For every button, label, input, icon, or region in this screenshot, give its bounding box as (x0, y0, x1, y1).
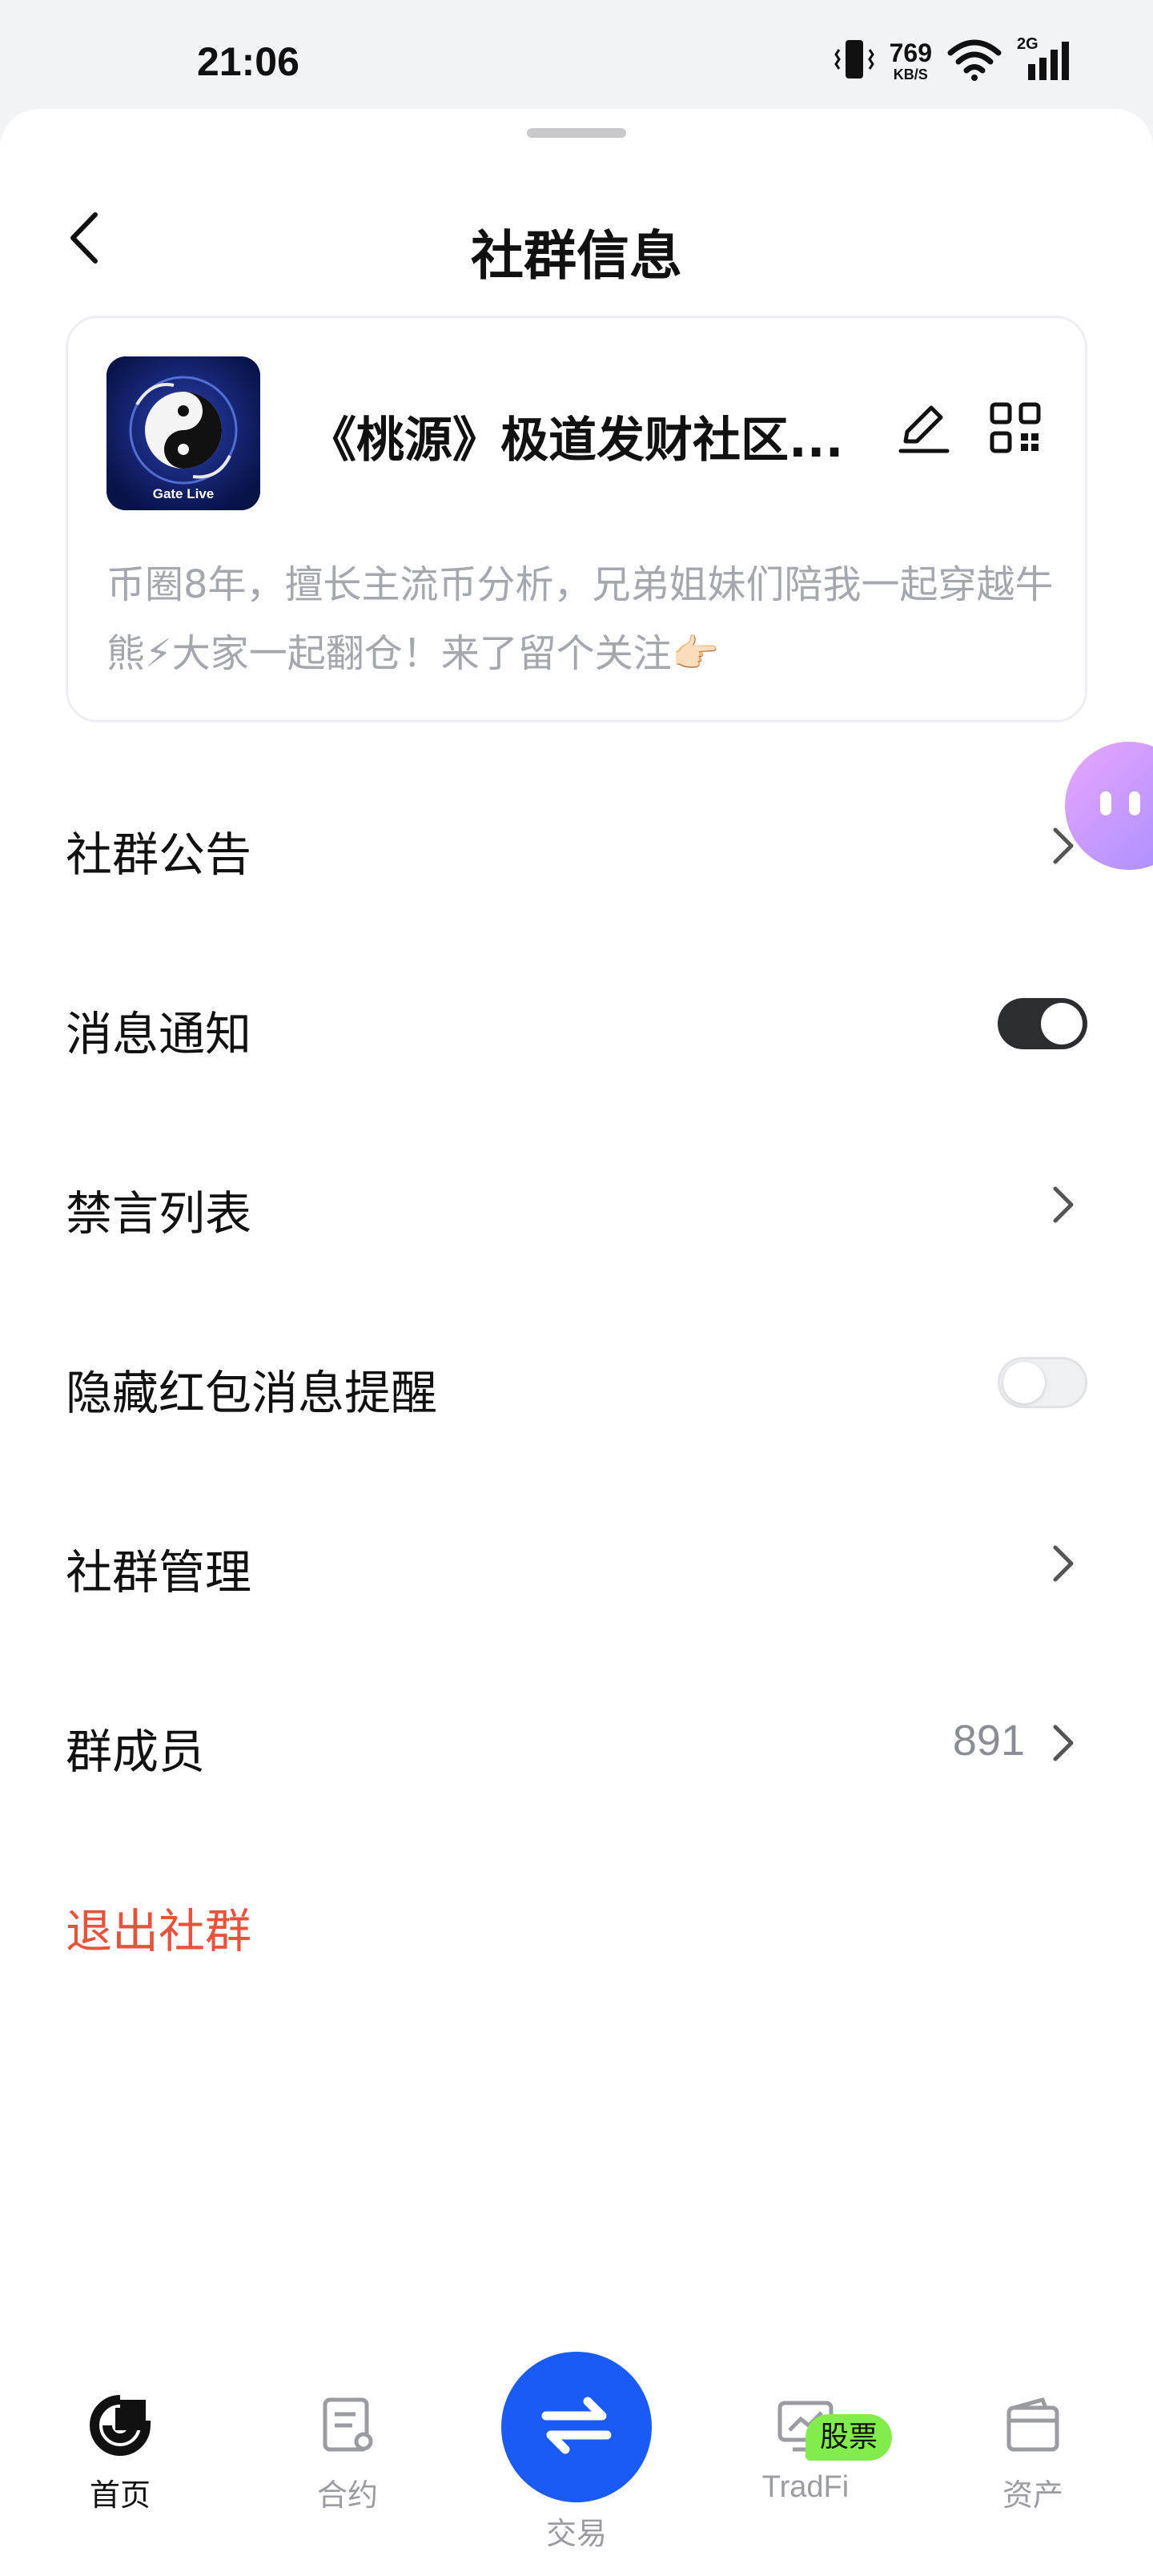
row-label-hide-red-packet: 隐藏红包消息提醒 (66, 1366, 438, 1420)
tab-label-assets: 资产 (1002, 2477, 1063, 2513)
settings-menu: 社群公告 消息通知 禁言列表 隐藏红包消息提醒 社群管理 群成员 891 退出社… (0, 756, 1153, 2012)
avatar-caption: Gate Live (152, 486, 215, 501)
status-time: 21:06 (197, 39, 299, 84)
tab-label-contract: 合约 (316, 2477, 378, 2513)
group-description: 币圈8年，擅长主流币分析，兄弟姐妹们陪我一起穿越牛熊⚡大家一起翻仓！来了留个关注… (106, 562, 1054, 676)
bottom-tab-bar: 首页 合约 交易 TradFi 股票 资产 (0, 2323, 1153, 2576)
gate-logo-icon (86, 2392, 154, 2459)
tab-label-tradfi: TradFi (761, 2470, 850, 2504)
row-mute-list[interactable]: 禁言列表 (0, 1115, 1153, 1294)
row-hide-red-packet: 隐藏红包消息提醒 (0, 1294, 1153, 1474)
assistant-eye-right (1129, 791, 1140, 815)
notifications-toggle[interactable] (998, 998, 1087, 1049)
net-speed-unit: KB/S (893, 66, 928, 83)
edit-button[interactable] (891, 398, 955, 462)
header: 社群信息 (0, 197, 1153, 287)
leave-group-button[interactable]: 退出社群 (66, 1894, 251, 1961)
pencil-icon (894, 400, 952, 461)
row-management[interactable]: 社群管理 (0, 1474, 1153, 1653)
tab-label-trade: 交易 (545, 2516, 607, 2551)
hide-red-packet-toggle[interactable] (998, 1357, 1087, 1408)
wifi-icon (946, 37, 1002, 85)
sheet-grabber[interactable] (527, 128, 626, 138)
row-announcement[interactable]: 社群公告 (0, 756, 1153, 936)
row-label-management: 社群管理 (66, 1545, 252, 1600)
row-members[interactable]: 群成员 891 (0, 1653, 1153, 1833)
group-info-sheet: 社群信息 Gate Live 《桃源》极道发财社区... 币圈8年，擅长主流币分… (0, 109, 1153, 2576)
net-speed-value: 769 (889, 38, 932, 67)
trade-button[interactable] (501, 2352, 652, 2502)
stock-badge: 股票 (805, 2414, 893, 2461)
toggle-knob (1041, 1003, 1083, 1044)
status-bar: 21:06 769 KB/S 2G (0, 0, 1153, 112)
group-name: 《桃源》极道发财社区... (308, 413, 844, 469)
tab-label-home: 首页 (89, 2477, 151, 2513)
member-count: 891 (952, 1717, 1025, 1765)
tab-contract[interactable]: 合约 (267, 2392, 428, 2536)
chevron-right-icon (1053, 1545, 1074, 1582)
chevron-right-icon (1053, 1725, 1074, 1761)
qr-code-icon (989, 401, 1042, 457)
vibrate-icon (834, 37, 875, 85)
swap-arrows-icon (538, 2387, 615, 2467)
row-label-members: 群成员 (66, 1725, 206, 1779)
tab-assets[interactable]: 资产 (953, 2392, 1113, 2536)
tab-tradfi[interactable]: TradFi (725, 2392, 886, 2536)
qr-code-button[interactable] (987, 401, 1043, 457)
group-info-card: Gate Live 《桃源》极道发财社区... 币圈8年，擅长主流币分析，兄弟姐… (66, 316, 1087, 722)
toggle-knob (1003, 1362, 1045, 1403)
page-title: 社群信息 (471, 225, 682, 287)
group-avatar[interactable]: Gate Live (106, 356, 260, 510)
net-speed: 769 KB/S (890, 40, 932, 82)
status-icons: 769 KB/S 2G (834, 35, 1073, 85)
row-label-mute-list: 禁言列表 (66, 1186, 252, 1241)
assistant-eye-left (1100, 791, 1111, 815)
row-notifications: 消息通知 (0, 936, 1153, 1115)
tab-home[interactable]: 首页 (40, 2392, 200, 2536)
signal-icon: 2G (1017, 35, 1073, 83)
chevron-right-icon (1053, 1186, 1074, 1223)
row-label-announcement: 社群公告 (66, 827, 252, 882)
contract-icon (314, 2392, 381, 2459)
row-label-notifications: 消息通知 (66, 1007, 252, 1061)
wallet-icon (999, 2392, 1067, 2459)
row-leave[interactable]: 退出社群 (0, 1833, 1153, 2012)
